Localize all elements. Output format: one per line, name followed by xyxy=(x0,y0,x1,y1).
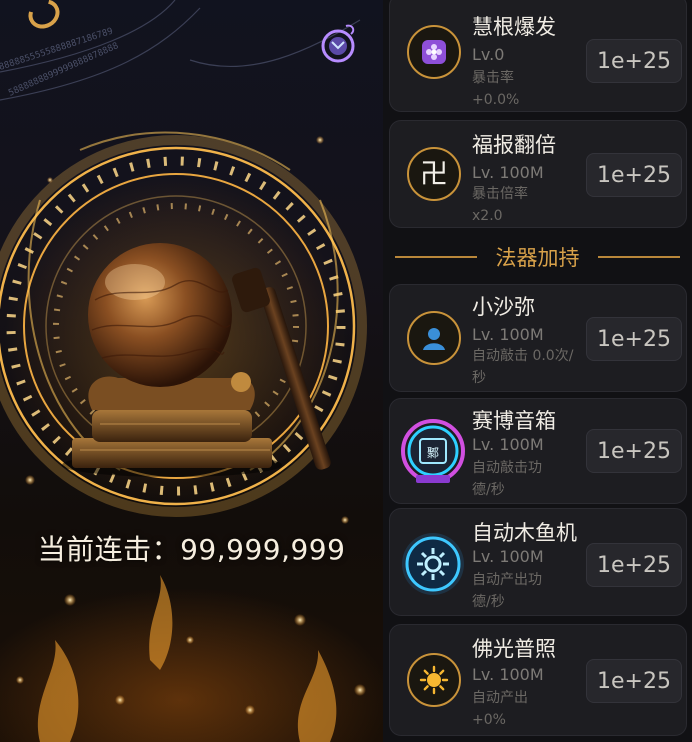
sun-icon xyxy=(407,653,461,707)
upgrade-name: 赛博音箱 xyxy=(472,409,556,433)
upgrade-card-little-monk[interactable]: 小沙弥 Lv. 100M 自动敲击 0.0次/秒 1e+25 xyxy=(389,284,687,392)
upgrade-card-wisdom-burst[interactable]: 慧根爆发 Lv.0 暴击率+0.0% 1e+25 xyxy=(389,0,687,112)
scene-artwork: 8888855555888887186789 58888888999998888… xyxy=(0,0,367,742)
combo-counter: 当前连击：99,999,999 xyxy=(0,528,383,568)
buy-button[interactable]: 1e+25 xyxy=(586,153,682,197)
speaker-icon: 鄹 xyxy=(400,417,466,487)
section-title-text: 法器加持 xyxy=(495,246,580,270)
upgrade-level: Lv. 100M xyxy=(472,665,544,684)
upgrade-name: 自动木鱼机 xyxy=(472,521,577,545)
divider-right xyxy=(598,256,680,258)
buy-button[interactable]: 1e+25 xyxy=(586,543,682,587)
combo-value: 99,999,999 xyxy=(180,533,346,566)
upgrade-panel: 慧根爆发 Lv.0 暴击率+0.0% 1e+25 卍 福报翻倍 Lv. 100M… xyxy=(383,0,692,742)
upgrade-name: 福报翻倍 xyxy=(472,133,556,157)
upgrade-card-auto-fish-machine[interactable]: 自动木鱼机 Lv. 100M 自动产出功德/秒 1e+25 xyxy=(389,508,687,616)
upgrade-card-buddha-light[interactable]: 佛光普照 Lv. 100M 自动产出+0% 1e+25 xyxy=(389,624,687,736)
upgrade-name: 佛光普照 xyxy=(472,637,556,661)
monk-icon xyxy=(407,311,461,365)
buy-button[interactable]: 1e+25 xyxy=(586,39,682,83)
upgrade-desc: 暴击率+0.0% xyxy=(472,70,520,108)
fish-stand xyxy=(62,376,282,477)
divider-left xyxy=(395,256,477,258)
svg-text:鄹: 鄹 xyxy=(427,446,439,460)
upgrade-level: Lv. 100M xyxy=(472,547,544,566)
combo-label: 当前连击： xyxy=(37,533,181,566)
section-title: 法器加持 xyxy=(383,242,692,270)
buy-button[interactable]: 1e+25 xyxy=(586,659,682,703)
swastika-icon: 卍 xyxy=(407,147,461,201)
upgrade-desc: 自动产出+0% xyxy=(472,690,528,728)
upgrade-level: Lv. 100M xyxy=(472,163,544,182)
charm-icon[interactable] xyxy=(318,20,358,68)
upgrade-level: Lv.0 xyxy=(472,45,505,64)
wooden-fish-icon xyxy=(88,243,232,387)
gear-icon xyxy=(400,531,466,597)
upgrade-desc: 暴击倍率x2.0 xyxy=(472,186,528,224)
upgrade-desc: 自动产出功德/秒 xyxy=(472,572,542,610)
upgrade-name: 小沙弥 xyxy=(472,295,535,319)
upgrade-desc: 自动敲击 0.0次/秒 xyxy=(472,348,574,386)
buy-button[interactable]: 1e+25 xyxy=(586,429,682,473)
upgrade-level: Lv. 100M xyxy=(472,325,544,344)
upgrade-level: Lv. 100M xyxy=(472,435,544,454)
lotus-icon xyxy=(407,25,461,79)
upgrade-desc: 自动敲击功德/秒 xyxy=(472,460,542,498)
buy-button[interactable]: 1e+25 xyxy=(586,317,682,361)
upgrade-card-fortune-double[interactable]: 卍 福报翻倍 Lv. 100M 暴击倍率x2.0 1e+25 xyxy=(389,120,687,228)
upgrade-name: 慧根爆发 xyxy=(472,15,556,39)
upgrade-card-cyber-speaker[interactable]: 鄹 赛博音箱 Lv. 100M 自动敲击功德/秒 1e+25 xyxy=(389,398,687,504)
game-scene: 8888855555888887186789 58888888999998888… xyxy=(0,0,383,742)
